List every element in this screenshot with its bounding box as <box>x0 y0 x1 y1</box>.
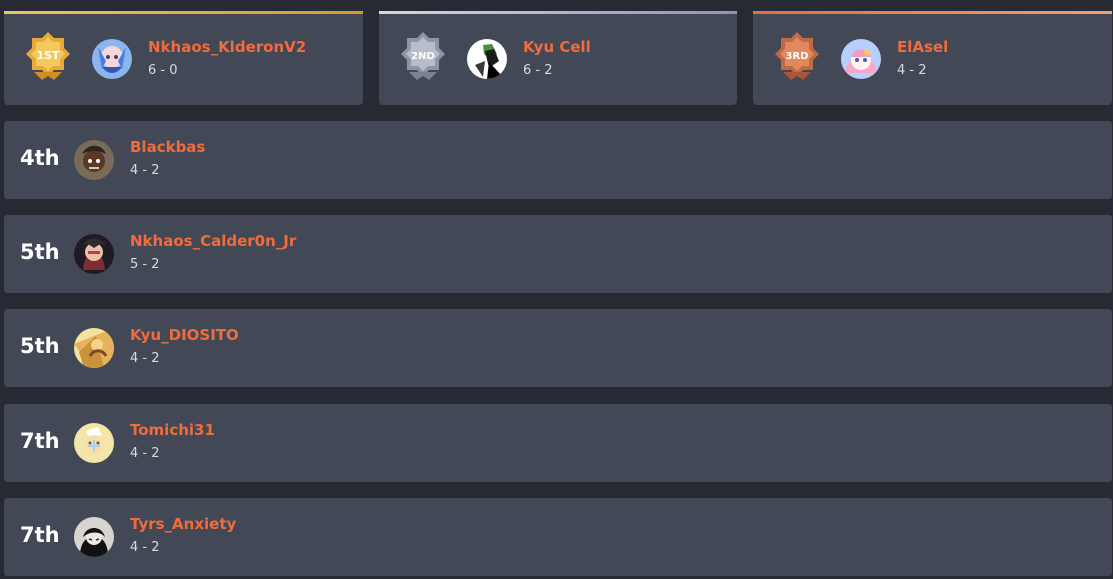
player-name[interactable]: Tyrs_Anxiety <box>130 515 236 533</box>
bronze-accent-line <box>753 11 1112 14</box>
gold-accent-line <box>4 11 363 14</box>
bronze-medal-icon: 3RD <box>769 30 825 86</box>
standing-row[interactable]: 7th Tyrs_Anxiety 4 - 2 <box>4 498 1112 576</box>
player-name[interactable]: Kyu_DIOSITO <box>130 326 239 344</box>
podium-card-third[interactable]: 3RD ElAsel 4 - 2 <box>753 11 1112 105</box>
player-record: 4 - 2 <box>130 446 160 461</box>
medal-label: 2ND <box>411 51 435 62</box>
rank-label: 4th <box>20 146 60 170</box>
player-record: 4 - 2 <box>897 63 927 78</box>
player-name[interactable]: Nkhaos_Calder0n_Jr <box>130 232 296 250</box>
podium-card-first[interactable]: 1ST Nkhaos_KlderonV2 6 - 0 <box>4 11 363 105</box>
player-record: 6 - 0 <box>148 63 178 78</box>
player-record: 4 - 2 <box>130 163 160 178</box>
podium-card-second[interactable]: 2ND Kyu Cell 6 - 2 <box>379 11 737 105</box>
avatar[interactable] <box>74 517 114 557</box>
rank-label: 7th <box>20 523 60 547</box>
avatar[interactable] <box>74 234 114 274</box>
gold-medal-icon: 1ST <box>20 30 76 86</box>
silver-accent-line <box>379 11 737 14</box>
avatar[interactable] <box>841 39 881 79</box>
avatar[interactable] <box>74 423 114 463</box>
avatar[interactable] <box>467 39 507 79</box>
standing-row[interactable]: 4th Blackbas 4 - 2 <box>4 121 1112 199</box>
player-name[interactable]: Nkhaos_KlderonV2 <box>148 38 306 56</box>
player-name[interactable]: Kyu Cell <box>523 38 591 56</box>
player-name[interactable]: Blackbas <box>130 138 205 156</box>
standing-row[interactable]: 5th Kyu_DIOSITO 4 - 2 <box>4 309 1112 387</box>
standing-row[interactable]: 5th Nkhaos_Calder0n_Jr 5 - 2 <box>4 215 1112 293</box>
silver-medal-icon: 2ND <box>395 30 451 86</box>
medal-label: 1ST <box>36 49 60 62</box>
rank-label: 7th <box>20 429 60 453</box>
player-record: 4 - 2 <box>130 540 160 555</box>
player-record: 4 - 2 <box>130 351 160 366</box>
rank-label: 5th <box>20 334 60 358</box>
player-record: 6 - 2 <box>523 63 553 78</box>
medal-label: 3RD <box>786 51 809 62</box>
player-name[interactable]: ElAsel <box>897 38 948 56</box>
rank-label: 5th <box>20 240 60 264</box>
avatar[interactable] <box>92 39 132 79</box>
avatar[interactable] <box>74 140 114 180</box>
standing-row[interactable]: 7th Tomichi31 4 - 2 <box>4 404 1112 482</box>
avatar[interactable] <box>74 328 114 368</box>
player-record: 5 - 2 <box>130 257 160 272</box>
player-name[interactable]: Tomichi31 <box>130 421 215 439</box>
